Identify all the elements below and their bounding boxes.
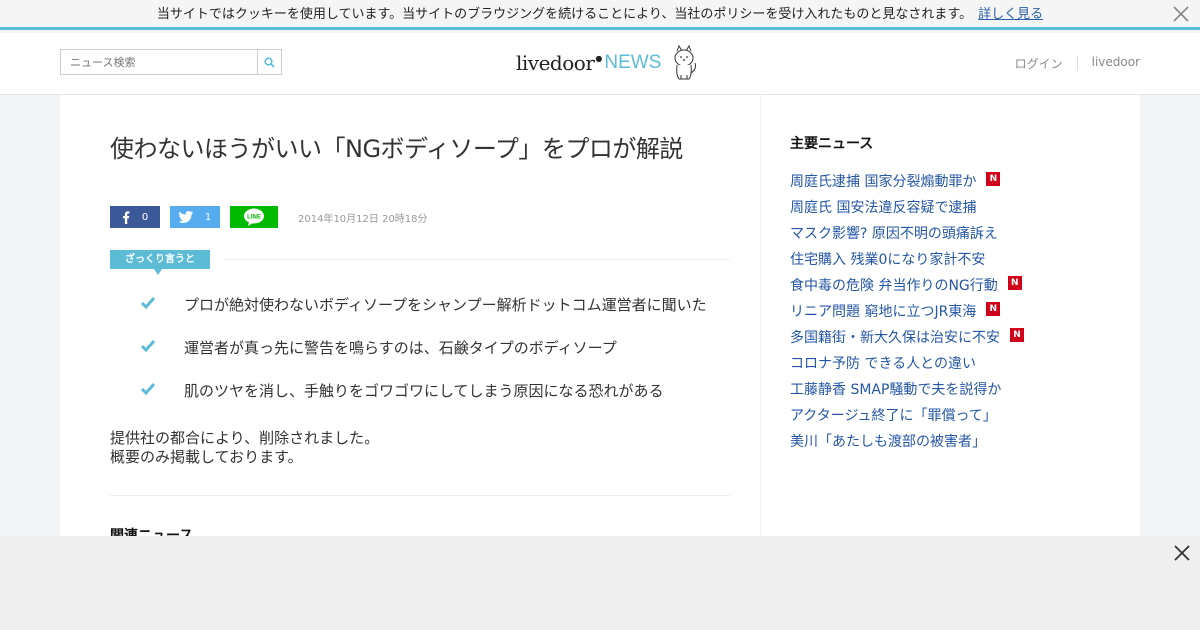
news-link[interactable]: マスク影響? 原因不明の頭痛訴え [790,223,998,243]
notice-line-2: 概要のみ掲載しております。 [110,448,303,466]
line-share-button[interactable]: LINE [230,206,278,228]
news-item: アクタージュ終了に「罪償って」 [790,405,1090,431]
search-button[interactable] [257,50,281,74]
news-link[interactable]: コロナ予防 できる人との違い [790,353,976,373]
livedoor-link[interactable]: livedoor [1078,55,1140,72]
new-badge: N [1010,328,1024,342]
news-item: マスク影響? 原因不明の頭痛訴え [790,223,1090,249]
facebook-share-count: 0 [141,211,149,223]
news-link[interactable]: 周庭氏 国安法違反容疑で逮捕 [790,197,976,217]
cookie-text: 当サイトではクッキーを使用しています。当サイトのブラウジングを続けることにより、… [156,7,973,22]
publish-date: 2014年10月12日 20時18分 [298,213,428,225]
summary-divider [224,259,730,260]
news-link[interactable]: 美川「あたしも渡部の被害者」 [790,431,986,451]
news-item: 食中毒の危険 弁当作りのNG行動 N [790,275,1090,301]
news-link[interactable]: 住宅購入 残業0になり家計不安 [790,249,985,269]
news-link[interactable]: 周庭氏逮捕 国家分裂煽動罪か [790,171,976,191]
close-icon[interactable] [1174,545,1190,561]
logo-news-text: NEWS [604,52,662,73]
summary-points: プロが絶対使わないボディソープをシャンプー解析ドットコム運営者に聞いた 運営者が… [140,294,730,423]
summary-point-text: 肌のツヤを消し、手触りをゴワゴワにしてしまう原因になる恐れがある [184,382,664,400]
news-item: 多国籍街・新大久保は治安に不安 N [790,327,1090,353]
search-box [60,49,282,75]
list-item: プロが絶対使わないボディソープをシャンプー解析ドットコム運営者に聞いた [140,294,730,337]
site-logo[interactable]: livedoor ● NEWS [516,45,699,81]
logo-livedoor-text: livedoor [516,51,595,75]
news-item: リニア問題 窮地に立つJR東海 N [790,301,1090,327]
news-item: 美川「あたしも渡部の被害者」 [790,431,1090,457]
section-divider [110,495,730,496]
news-link[interactable]: リニア問題 窮地に立つJR東海 [790,301,976,321]
sidebar: 主要ニュース 周庭氏逮捕 国家分裂煽動罪か N 周庭氏 国安法違反容疑で逮捕 マス… [790,133,1090,457]
close-icon[interactable] [1172,5,1190,23]
news-item: 工藤静香 SMAP騒動で夫を説得か [790,379,1090,405]
article: 使わないほうがいい「NGボディソープ」をプロが解説 0 1 LINE 2014年… [110,133,730,544]
facebook-icon [122,210,130,224]
article-title: 使わないほうがいい「NGボディソープ」をプロが解説 [110,135,683,163]
news-link[interactable]: 多国籍街・新大久保は治安に不安 [790,327,1000,347]
news-item: 周庭氏逮捕 国家分裂煽動罪か N [790,171,1090,197]
site-header: livedoor ● NEWS ログイン livedoor [0,33,1200,95]
cookie-more-link[interactable]: 詳しく見る [978,7,1043,22]
twitter-share-button[interactable]: 1 [170,206,220,228]
check-icon [140,383,156,396]
new-badge: N [986,302,1001,316]
news-item: 周庭氏 国安法違反容疑で逮捕 [790,197,1090,223]
check-icon [140,297,156,310]
top-news-list: 周庭氏逮捕 国家分裂煽動罪か N 周庭氏 国安法違反容疑で逮捕 マスク影響? 原因… [790,171,1090,457]
summary-header: ざっくり言うと [110,250,730,275]
line-icon: LINE [244,208,264,226]
news-item: コロナ予防 できる人との違い [790,353,1090,379]
cookie-consent-bar: 当サイトではクッキーを使用しています。当サイトのブラウジングを続けることにより、… [0,0,1200,30]
login-link[interactable]: ログイン [1001,55,1077,72]
summary-point-text: 運営者が真っ先に警告を鳴らすのは、石鹸タイプのボディソープ [184,339,617,357]
summary-label: ざっくり言うと [110,250,210,275]
new-badge: N [986,172,1001,186]
search-icon [264,56,275,68]
search-input[interactable] [61,50,258,74]
list-item: 肌のツヤを消し、手触りをゴワゴワにしてしまう原因になる恐れがある [140,380,730,423]
news-item: 住宅購入 残業0になり家計不安 [790,249,1090,275]
summary-point-text: プロが絶対使わないボディソープをシャンプー解析ドットコム運営者に聞いた [184,296,707,314]
dog-mascot-icon [674,45,697,80]
top-news-heading: 主要ニュース [790,136,874,152]
header-links: ログイン livedoor [1001,55,1140,72]
share-bar: 0 1 LINE 2014年10月12日 20時18分 [110,206,428,228]
news-link[interactable]: 工藤静香 SMAP騒動で夫を説得か [790,379,1001,399]
new-badge: N [1007,276,1022,290]
line-icon-label: LINE [247,215,261,221]
twitter-share-count: 1 [204,211,212,223]
twitter-icon [178,211,193,223]
check-icon [140,340,156,353]
news-link[interactable]: 食中毒の危険 弁当作りのNG行動 [790,275,998,295]
notice-line-1: 提供社の都合により、削除されました。 [110,429,380,447]
list-item: 運営者が真っ先に警告を鳴らすのは、石鹸タイプのボディソープ [140,337,730,380]
news-link[interactable]: アクタージュ終了に「罪償って」 [790,405,997,425]
logo-dot: ● [595,53,603,63]
deletion-notice: 提供社の都合により、削除されました。 概要のみ掲載しております。 [110,429,379,467]
ad-overlay [0,536,1200,630]
facebook-share-button[interactable]: 0 [110,206,160,228]
